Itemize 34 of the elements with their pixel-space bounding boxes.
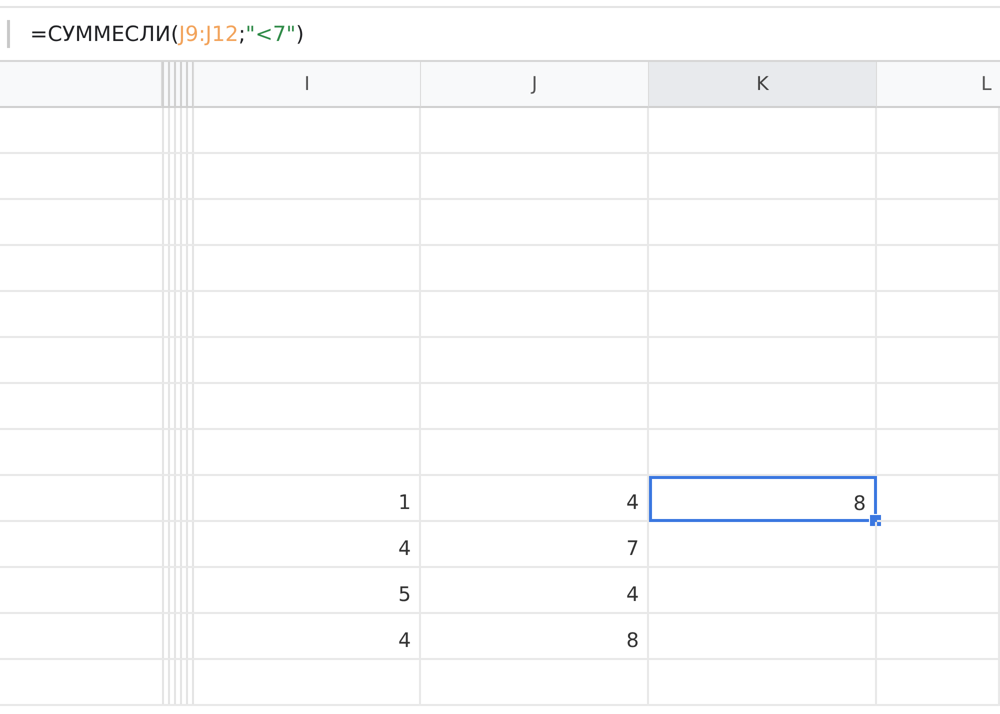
column-header[interactable]: L (877, 62, 1000, 108)
column-header[interactable]: I (194, 62, 421, 108)
table-cell[interactable] (194, 292, 421, 338)
table-cell[interactable]: 5 (194, 568, 421, 614)
column-header[interactable]: K (649, 62, 877, 108)
table-cell[interactable] (421, 108, 649, 154)
column-header[interactable]: J (421, 62, 649, 108)
table-cell[interactable]: 4 (421, 568, 649, 614)
table-cell[interactable] (194, 660, 421, 706)
table-cell[interactable] (421, 430, 649, 476)
column-header[interactable] (0, 62, 162, 108)
table-cell[interactable] (877, 522, 1000, 568)
table-cell[interactable]: 4 (194, 522, 421, 568)
table-cell[interactable] (877, 108, 1000, 154)
table-cell[interactable] (194, 384, 421, 430)
table-cell[interactable] (194, 154, 421, 200)
table-cell[interactable] (877, 430, 1000, 476)
table-cell[interactable] (649, 522, 877, 568)
table-cell[interactable] (649, 108, 877, 154)
text-cursor-icon (7, 20, 10, 48)
formula-bar[interactable]: =СУММЕСЛИ(J9:J12;"<7") (0, 6, 1000, 60)
table-cell[interactable] (194, 430, 421, 476)
table-cell[interactable] (194, 246, 421, 292)
formula-text[interactable]: =СУММЕСЛИ(J9:J12;"<7") (30, 22, 304, 46)
table-cell[interactable] (194, 200, 421, 246)
table-cell[interactable] (649, 430, 877, 476)
table-cell[interactable] (194, 338, 421, 384)
table-cell[interactable] (194, 108, 421, 154)
table-cell[interactable]: 4 (194, 614, 421, 660)
table-cell[interactable]: 7 (421, 522, 649, 568)
table-cell[interactable]: 4 (421, 476, 649, 522)
table-cell[interactable]: 8 (421, 614, 649, 660)
table-cell[interactable] (877, 476, 1000, 522)
table-cell[interactable]: 1 (194, 476, 421, 522)
